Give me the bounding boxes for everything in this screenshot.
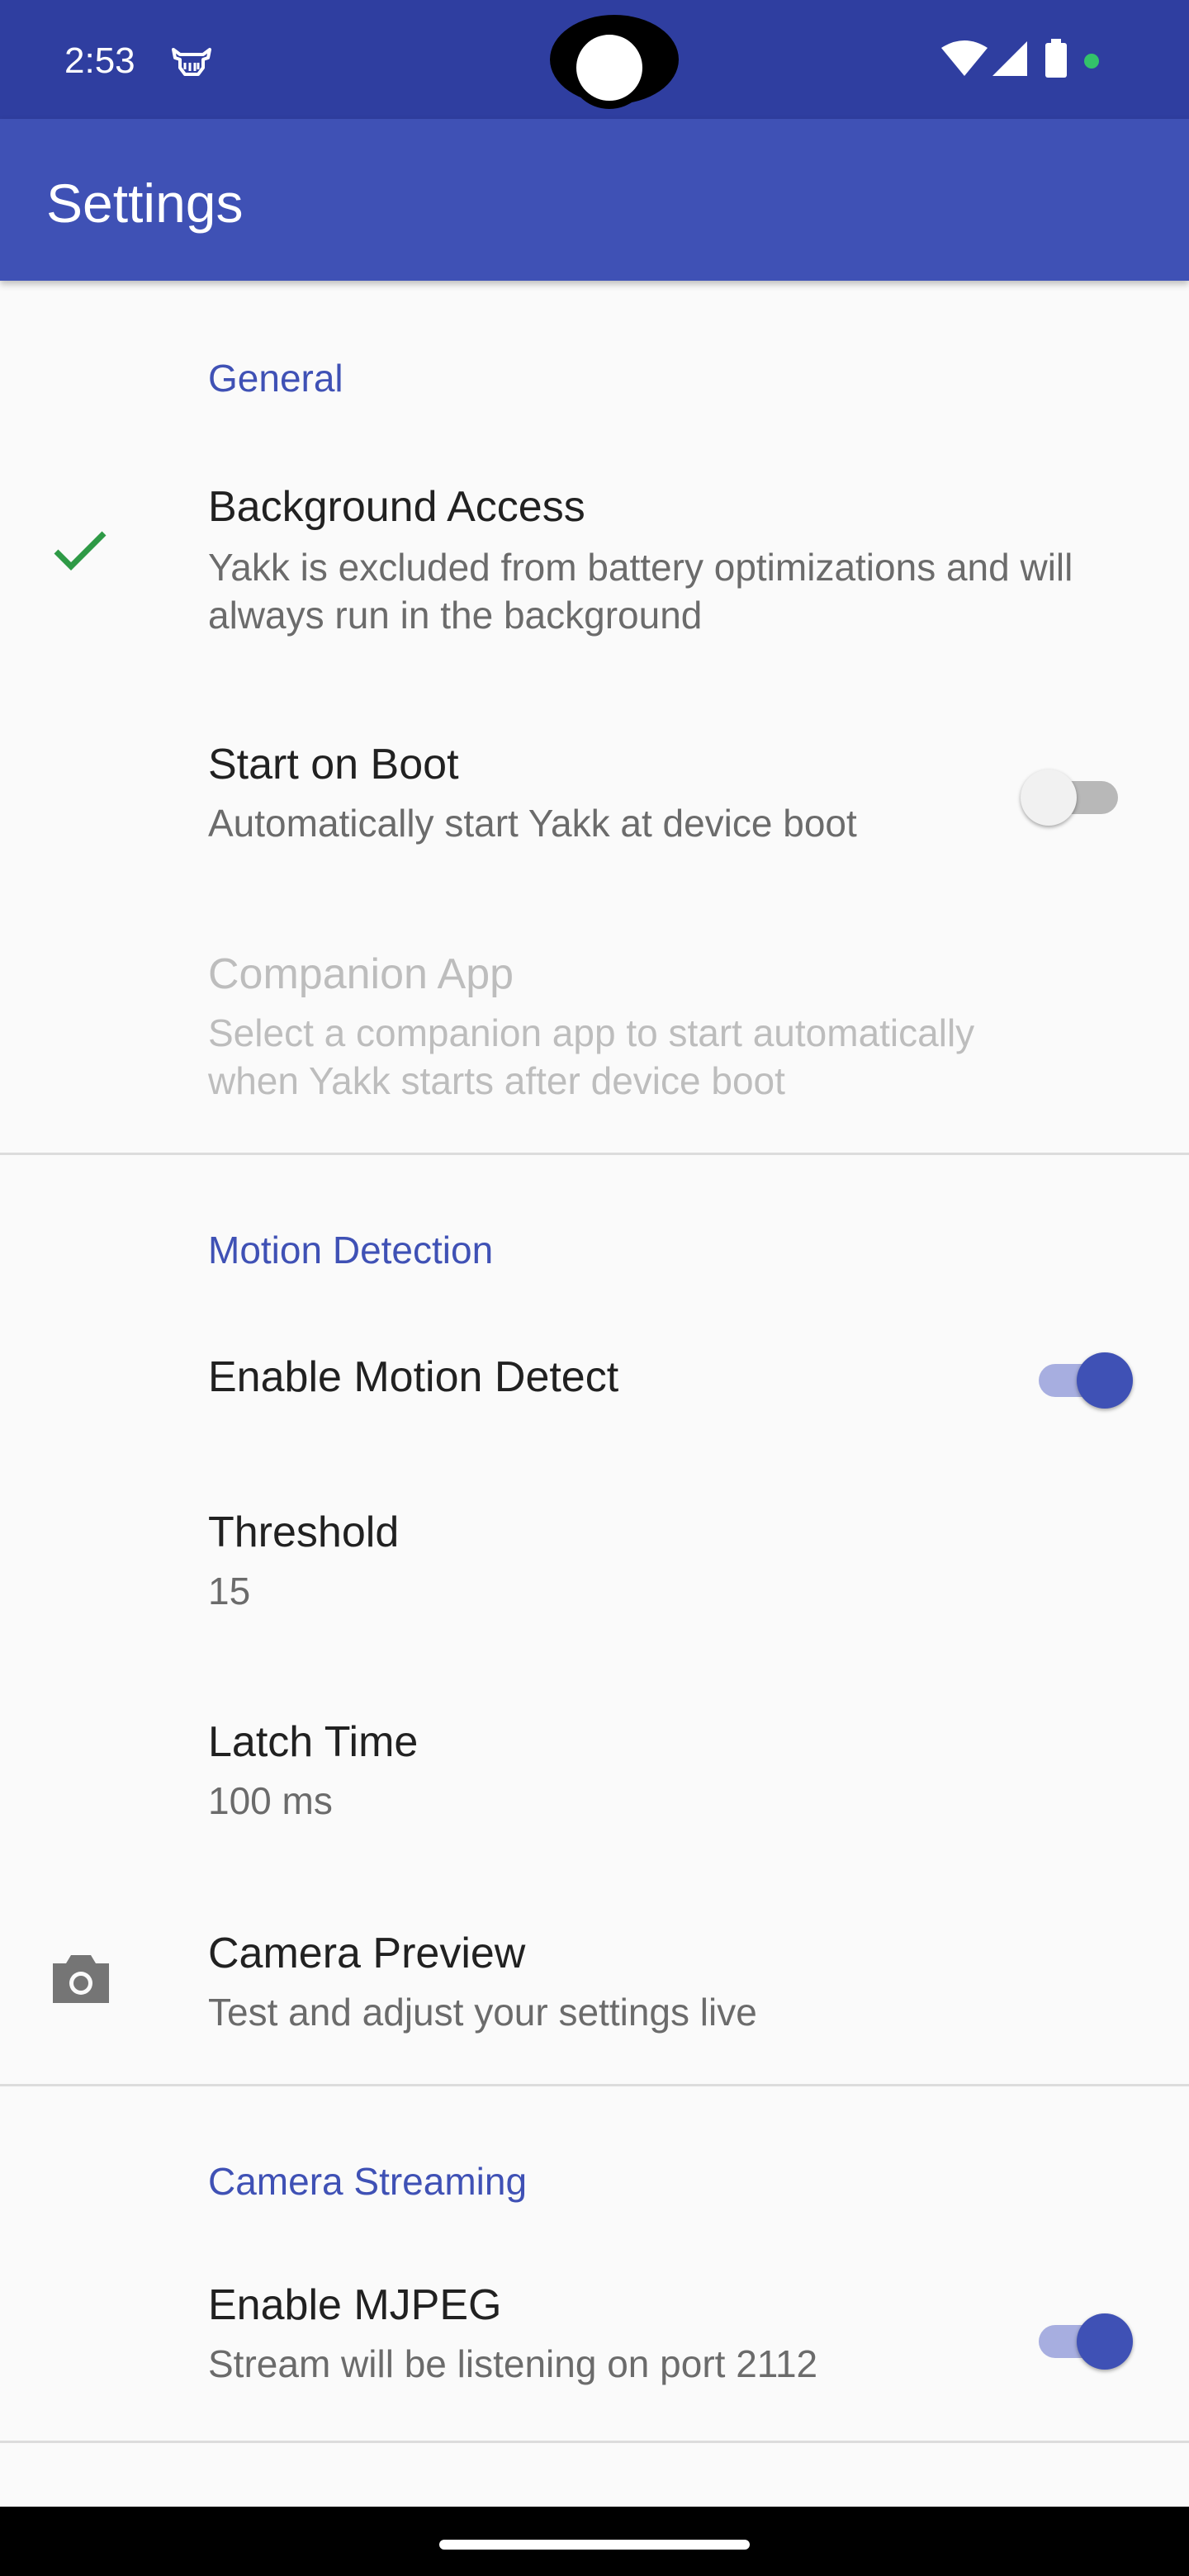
status-time: 2:53 bbox=[64, 40, 135, 81]
enable-motion-detect-switch[interactable] bbox=[1016, 1342, 1133, 1409]
pref-title: Enable MJPEG bbox=[208, 2281, 502, 2329]
pref-camera-preview[interactable]: Camera Preview Test and adjust your sett… bbox=[0, 1907, 1189, 2072]
pref-summary: Test and adjust your settings live bbox=[208, 1991, 757, 2034]
navigation-bar bbox=[0, 2507, 1189, 2576]
signal-icon bbox=[992, 41, 1027, 76]
section-divider bbox=[0, 2441, 1189, 2443]
page-title: Settings bbox=[46, 173, 244, 234]
check-icon bbox=[54, 531, 107, 571]
pref-title: Enable Motion Detect bbox=[208, 1353, 619, 1401]
pref-threshold[interactable]: Threshold 15 bbox=[0, 1486, 1189, 1651]
yakk-notification-icon bbox=[172, 48, 211, 76]
category-motion-detection: Motion Detection bbox=[208, 1229, 494, 1271]
camera-icon bbox=[53, 1955, 109, 2003]
front-camera bbox=[550, 15, 679, 109]
pref-enable-motion-detect[interactable]: Enable Motion Detect bbox=[0, 1321, 1189, 1437]
pref-summary: 15 bbox=[208, 1570, 251, 1612]
category-general: General bbox=[208, 357, 343, 400]
pref-summary: Stream will be listening on port 2112 bbox=[208, 2342, 818, 2385]
enable-mjpeg-switch[interactable] bbox=[1016, 2304, 1133, 2370]
section-divider bbox=[0, 2084, 1189, 2086]
pref-title: Start on Boot bbox=[208, 741, 459, 788]
start-on-boot-switch[interactable] bbox=[1016, 760, 1131, 826]
pref-background-access[interactable]: Background Access Yakk is excluded from … bbox=[0, 446, 1189, 669]
wifi-icon bbox=[941, 40, 988, 76]
battery-icon bbox=[1045, 39, 1067, 78]
section-divider bbox=[0, 1153, 1189, 1155]
app-bar: Settings bbox=[0, 119, 1189, 281]
privacy-indicator-dot bbox=[1084, 54, 1099, 69]
status-bar: 2:53 bbox=[0, 0, 1189, 119]
pref-summary: Automatically start Yakk at device boot bbox=[208, 802, 857, 845]
pref-summary: Yakk is excluded from battery optimizati… bbox=[208, 546, 1073, 637]
pref-summary: 100 ms bbox=[208, 1779, 333, 1822]
category-camera-streaming: Camera Streaming bbox=[208, 2160, 528, 2203]
pref-title: Companion App bbox=[208, 950, 514, 998]
status-icons bbox=[941, 39, 1099, 78]
pref-start-on-boot[interactable]: Start on Boot Automatically start Yakk a… bbox=[0, 710, 1189, 875]
pref-title: Background Access bbox=[208, 483, 585, 531]
home-gesture-handle[interactable] bbox=[439, 2540, 750, 2550]
pref-title: Threshold bbox=[208, 1508, 400, 1556]
pref-enable-mjpeg[interactable]: Enable MJPEG Stream will be listening on… bbox=[0, 2262, 1189, 2427]
pref-companion-app: Companion App Select a companion app to … bbox=[0, 925, 1189, 1139]
pref-summary: Select a companion app to start automati… bbox=[208, 1011, 975, 1102]
pref-latch-time[interactable]: Latch Time 100 ms bbox=[0, 1696, 1189, 1861]
pref-title: Latch Time bbox=[208, 1718, 419, 1766]
pref-title: Camera Preview bbox=[208, 1930, 526, 1977]
